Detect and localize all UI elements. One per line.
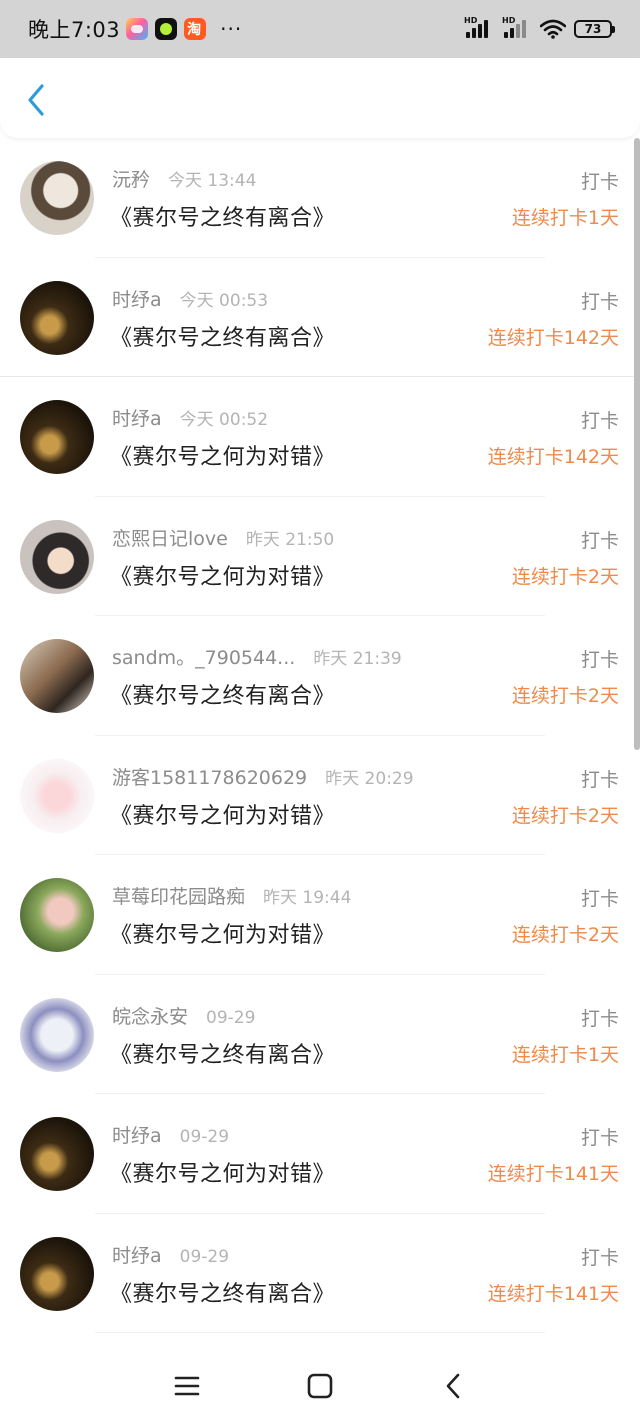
menu-icon <box>174 1376 199 1395</box>
streak-label: 连续打卡1天 <box>511 207 619 229</box>
streak-label: 连续打卡142天 <box>487 446 619 468</box>
streak-label: 连续打卡141天 <box>487 1163 619 1185</box>
username[interactable]: 时纾a <box>112 1121 162 1148</box>
username[interactable]: 时纾a <box>112 1241 162 1268</box>
streak-label: 连续打卡141天 <box>487 1282 619 1305</box>
list-item[interactable]: 时纾a 今天 00:52 《赛尔号之何为对错》 打卡 连续打卡142天 <box>0 377 640 497</box>
timestamp: 昨天 21:50 <box>245 529 335 550</box>
hd-label: HD <box>502 16 516 25</box>
book-title[interactable]: 《赛尔号之何为对错》 <box>110 917 335 949</box>
streak-label: 连续打卡2天 <box>511 804 619 827</box>
book-title[interactable]: 《赛尔号之何为对错》 <box>110 1156 335 1188</box>
list-item[interactable]: sandm。_790544... 昨天 21:39 《赛尔号之终有离合》 打卡 连… <box>0 616 640 736</box>
hd-label: HD <box>464 16 478 25</box>
status-indicators: HD HD 73 <box>464 16 615 40</box>
list-item[interactable]: 恋熙日记love 昨天 21:50 《赛尔号之何为对错》 打卡 连续打卡2天 <box>0 497 640 617</box>
chevron-left-icon <box>28 84 44 116</box>
checkin-tag: 打卡 <box>580 171 619 193</box>
list-item[interactable]: 皖念永安 09-29 《赛尔号之终有离合》 打卡 连续打卡1天 <box>0 975 640 1095</box>
more-notifications-icon: ··· <box>220 17 243 41</box>
username[interactable]: 时纾a <box>112 285 162 312</box>
green-dot-app-icon <box>155 18 178 40</box>
avatar[interactable] <box>20 639 94 713</box>
streak-label: 连续打卡2天 <box>511 924 619 946</box>
list-item[interactable]: 游客1581178620629 昨天 20:29 《赛尔号之何为对错》 打卡 连续… <box>0 736 640 856</box>
timestamp: 今天 00:52 <box>179 410 269 430</box>
timestamp: 昨天 20:29 <box>325 768 414 789</box>
book-title[interactable]: 《赛尔号之终有离合》 <box>110 1037 335 1069</box>
avatar[interactable] <box>20 878 94 952</box>
list-item[interactable]: 草莓印花园路痴 昨天 19:44 《赛尔号之何为对错》 打卡 连续打卡2天 <box>0 855 640 975</box>
checkin-tag: 打卡 <box>580 649 619 671</box>
timestamp: 昨天 19:44 <box>263 888 352 908</box>
checkin-tag: 打卡 <box>580 888 619 910</box>
menu-button[interactable] <box>167 1366 207 1406</box>
checkin-tag: 打卡 <box>580 1007 619 1030</box>
battery-icon: 73 <box>574 20 615 38</box>
checkin-tag: 打卡 <box>580 290 619 313</box>
status-time: 晚上7:03 <box>28 18 121 42</box>
signal-icon: HD <box>464 16 494 40</box>
checkin-tag: 打卡 <box>580 529 619 552</box>
username[interactable]: 游客1581178620629 <box>112 763 307 790</box>
checkin-tag: 打卡 <box>580 768 619 791</box>
username[interactable]: sandm。_790544... <box>112 643 295 670</box>
timestamp: 昨天 21:39 <box>313 649 402 669</box>
home-button[interactable] <box>300 1366 340 1406</box>
system-nav-bar <box>0 1348 640 1423</box>
streak-label: 连续打卡2天 <box>511 685 619 707</box>
checkin-list: 沅矜 今天 13:44 《赛尔号之终有离合》 打卡 连续打卡1天 时纾a 今天 00… <box>0 138 640 1333</box>
book-title[interactable]: 《赛尔号之终有离合》 <box>110 200 335 232</box>
checkin-tag: 打卡 <box>580 410 619 432</box>
streak-label: 连续打卡142天 <box>487 326 619 349</box>
list-item[interactable]: 时纾a 09-29 《赛尔号之终有离合》 打卡 连续打卡141天 <box>0 1214 640 1334</box>
book-title[interactable]: 《赛尔号之终有离合》 <box>110 1276 335 1308</box>
list-item[interactable]: 时纾a 09-29 《赛尔号之何为对错》 打卡 连续打卡141天 <box>0 1094 640 1214</box>
book-title[interactable]: 《赛尔号之终有离合》 <box>110 320 335 352</box>
timestamp: 09-29 <box>179 1246 230 1267</box>
checkin-tag: 打卡 <box>580 1127 619 1149</box>
book-title[interactable]: 《赛尔号之何为对错》 <box>110 559 335 591</box>
username[interactable]: 沅矜 <box>112 165 150 192</box>
list-item[interactable]: 沅矜 今天 13:44 《赛尔号之终有离合》 打卡 连续打卡1天 <box>0 138 640 258</box>
timestamp: 今天 00:53 <box>179 290 269 311</box>
back-icon <box>447 1373 460 1398</box>
book-title[interactable]: 《赛尔号之终有离合》 <box>110 678 335 710</box>
timestamp: 今天 13:44 <box>168 171 257 191</box>
wifi-icon <box>540 19 566 39</box>
avatar[interactable] <box>20 1117 94 1191</box>
back-nav-button[interactable] <box>433 1366 473 1406</box>
checkin-tag: 打卡 <box>580 1246 619 1269</box>
avatar[interactable] <box>20 161 94 235</box>
home-icon <box>307 1373 333 1398</box>
username[interactable]: 时纾a <box>112 404 162 431</box>
battery-level: 73 <box>584 22 602 36</box>
streak-label: 连续打卡1天 <box>511 1043 619 1066</box>
list-item[interactable]: 时纾a 今天 00:53 《赛尔号之终有离合》 打卡 连续打卡142天 <box>0 258 640 378</box>
avatar[interactable] <box>20 280 94 355</box>
signal-icon: HD <box>502 16 532 40</box>
avatar[interactable] <box>20 519 94 594</box>
status-bar: 晚上7:03 ··· HD HD 73 <box>0 0 640 58</box>
book-title[interactable]: 《赛尔号之何为对错》 <box>110 439 335 471</box>
timestamp: 09-29 <box>206 1007 256 1028</box>
taobao-app-icon <box>184 18 207 40</box>
avatar[interactable] <box>20 1236 94 1311</box>
username[interactable]: 恋熙日记love <box>112 524 228 551</box>
book-title[interactable]: 《赛尔号之何为对错》 <box>110 798 335 830</box>
timestamp: 09-29 <box>179 1127 230 1147</box>
back-button[interactable] <box>18 80 54 120</box>
username[interactable]: 皖念永安 <box>112 1002 188 1029</box>
status-app-icons <box>126 18 207 40</box>
streak-label: 连续打卡2天 <box>511 565 619 588</box>
avatar[interactable] <box>20 997 94 1072</box>
game-app-icon <box>126 18 149 40</box>
scrollbar[interactable] <box>634 138 640 750</box>
username[interactable]: 草莓印花园路痴 <box>112 882 245 909</box>
avatar[interactable] <box>20 758 94 833</box>
header <box>0 58 640 138</box>
avatar[interactable] <box>20 400 94 474</box>
